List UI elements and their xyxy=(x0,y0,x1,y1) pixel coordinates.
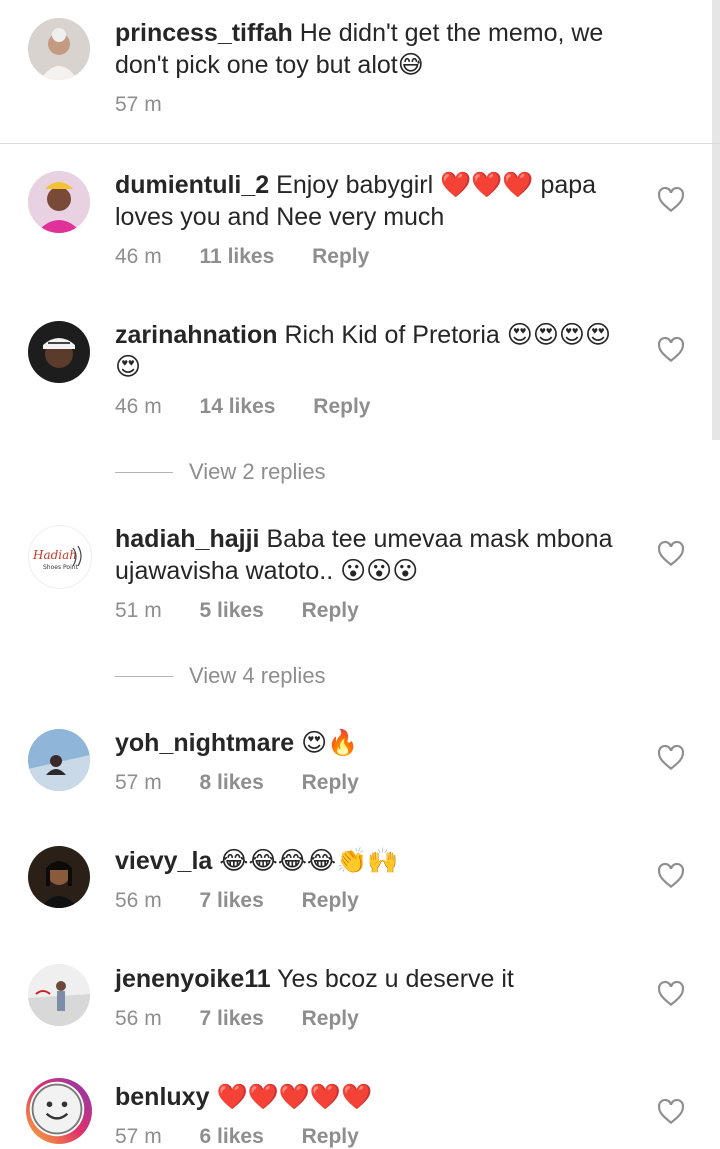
comment-likes[interactable]: 5 likes xyxy=(200,599,264,622)
svg-text:Hadiah: Hadiah xyxy=(32,548,77,562)
avatar[interactable] xyxy=(28,321,90,383)
comment-likes[interactable]: 8 likes xyxy=(200,771,264,794)
comment-username[interactable]: vievy_la xyxy=(115,847,212,875)
reply-button[interactable]: Reply xyxy=(313,395,370,418)
heart-outline-icon[interactable] xyxy=(656,335,686,365)
comment-body: 😂😂😂😂👏🙌 xyxy=(219,847,399,875)
divider xyxy=(0,143,720,144)
avatar[interactable] xyxy=(28,171,90,233)
comment-text: benluxy ❤️❤️❤️❤️❤️ xyxy=(115,1081,635,1113)
comment-likes[interactable]: 7 likes xyxy=(200,889,264,912)
comment-meta: 57 m xyxy=(115,93,194,117)
comment-time: 57 m xyxy=(115,93,162,116)
view-replies-button[interactable]: View 2 replies xyxy=(115,457,326,487)
scrollbar[interactable] xyxy=(712,0,720,440)
comment-time: 51 m xyxy=(115,599,162,622)
comment-likes[interactable]: 14 likes xyxy=(200,395,276,418)
comment-username[interactable]: princess_tiffah xyxy=(115,19,293,47)
comment-text: zarinahnation Rich Kid of Pretoria 😍😍😍😍😍 xyxy=(115,319,635,383)
comment-username[interactable]: yoh_nightmare xyxy=(115,729,294,757)
comment-time: 46 m xyxy=(115,395,162,418)
comment-meta: 51 m 5 likes Reply xyxy=(115,599,391,623)
comment-text: hadiah_hajji Baba tee umevaa mask mbona … xyxy=(115,523,635,587)
heart-outline-icon[interactable] xyxy=(656,1097,686,1127)
view-replies-label[interactable]: View 2 replies xyxy=(189,459,326,485)
comment-username[interactable]: benluxy xyxy=(115,1083,209,1111)
reply-button[interactable]: Reply xyxy=(302,889,359,912)
comment-meta: 46 m 11 likes Reply xyxy=(115,245,401,269)
comment-time: 56 m xyxy=(115,889,162,912)
comment-text: dumientuli_2 Enjoy babygirl ❤️❤️❤️ papa … xyxy=(115,169,635,233)
reply-button[interactable]: Reply xyxy=(302,1007,359,1030)
heart-outline-icon[interactable] xyxy=(656,743,686,773)
heart-outline-icon[interactable] xyxy=(656,539,686,569)
avatar[interactable]: Hadiah Shoes Point xyxy=(28,525,92,589)
comment-meta: 56 m 7 likes Reply xyxy=(115,1007,391,1031)
avatar[interactable] xyxy=(26,1078,92,1144)
comment-username[interactable]: zarinahnation xyxy=(115,321,278,349)
reply-button[interactable]: Reply xyxy=(302,1125,359,1148)
comment-username[interactable]: hadiah_hajji xyxy=(115,525,259,553)
reply-button[interactable]: Reply xyxy=(302,599,359,622)
comment-meta: 56 m 7 likes Reply xyxy=(115,889,391,913)
comment-likes[interactable]: 11 likes xyxy=(200,245,275,268)
view-replies-button[interactable]: View 4 replies xyxy=(115,661,326,691)
replies-line xyxy=(115,471,173,473)
comment-text: yoh_nightmare 😍🔥 xyxy=(115,727,635,759)
comment-time: 57 m xyxy=(115,771,162,794)
comment-username[interactable]: jenenyoike11 xyxy=(115,965,271,993)
comment-text: vievy_la 😂😂😂😂👏🙌 xyxy=(115,845,635,877)
avatar[interactable] xyxy=(28,729,90,791)
avatar[interactable] xyxy=(28,18,90,80)
reply-button[interactable]: Reply xyxy=(302,771,359,794)
comment-meta: 46 m 14 likes Reply xyxy=(115,395,402,419)
replies-line xyxy=(115,675,173,677)
comment-likes[interactable]: 6 likes xyxy=(200,1125,264,1148)
view-replies-label[interactable]: View 4 replies xyxy=(189,663,326,689)
avatar[interactable] xyxy=(28,964,90,1026)
heart-outline-icon[interactable] xyxy=(656,861,686,891)
svg-text:Shoes Point: Shoes Point xyxy=(43,564,79,571)
comment-time: 57 m xyxy=(115,1125,162,1148)
heart-outline-icon[interactable] xyxy=(656,185,686,215)
comment-meta: 57 m 6 likes Reply xyxy=(115,1125,391,1149)
heart-outline-icon[interactable] xyxy=(656,979,686,1009)
comment-body: 😍🔥 xyxy=(301,729,359,757)
comment-likes[interactable]: 7 likes xyxy=(200,1007,264,1030)
comment-text: princess_tiffah He didn't get the memo, … xyxy=(115,17,635,81)
avatar[interactable] xyxy=(28,846,90,908)
comment-text: jenenyoike11 Yes bcoz u deserve it xyxy=(115,963,635,995)
comment-username[interactable]: dumientuli_2 xyxy=(115,171,269,199)
comment-meta: 57 m 8 likes Reply xyxy=(115,771,391,795)
comment-body: ❤️❤️❤️❤️❤️ xyxy=(216,1083,373,1111)
comment-time: 56 m xyxy=(115,1007,162,1030)
reply-button[interactable]: Reply xyxy=(312,245,369,268)
comment-time: 46 m xyxy=(115,245,162,268)
comment-body: Yes bcoz u deserve it xyxy=(277,965,514,993)
